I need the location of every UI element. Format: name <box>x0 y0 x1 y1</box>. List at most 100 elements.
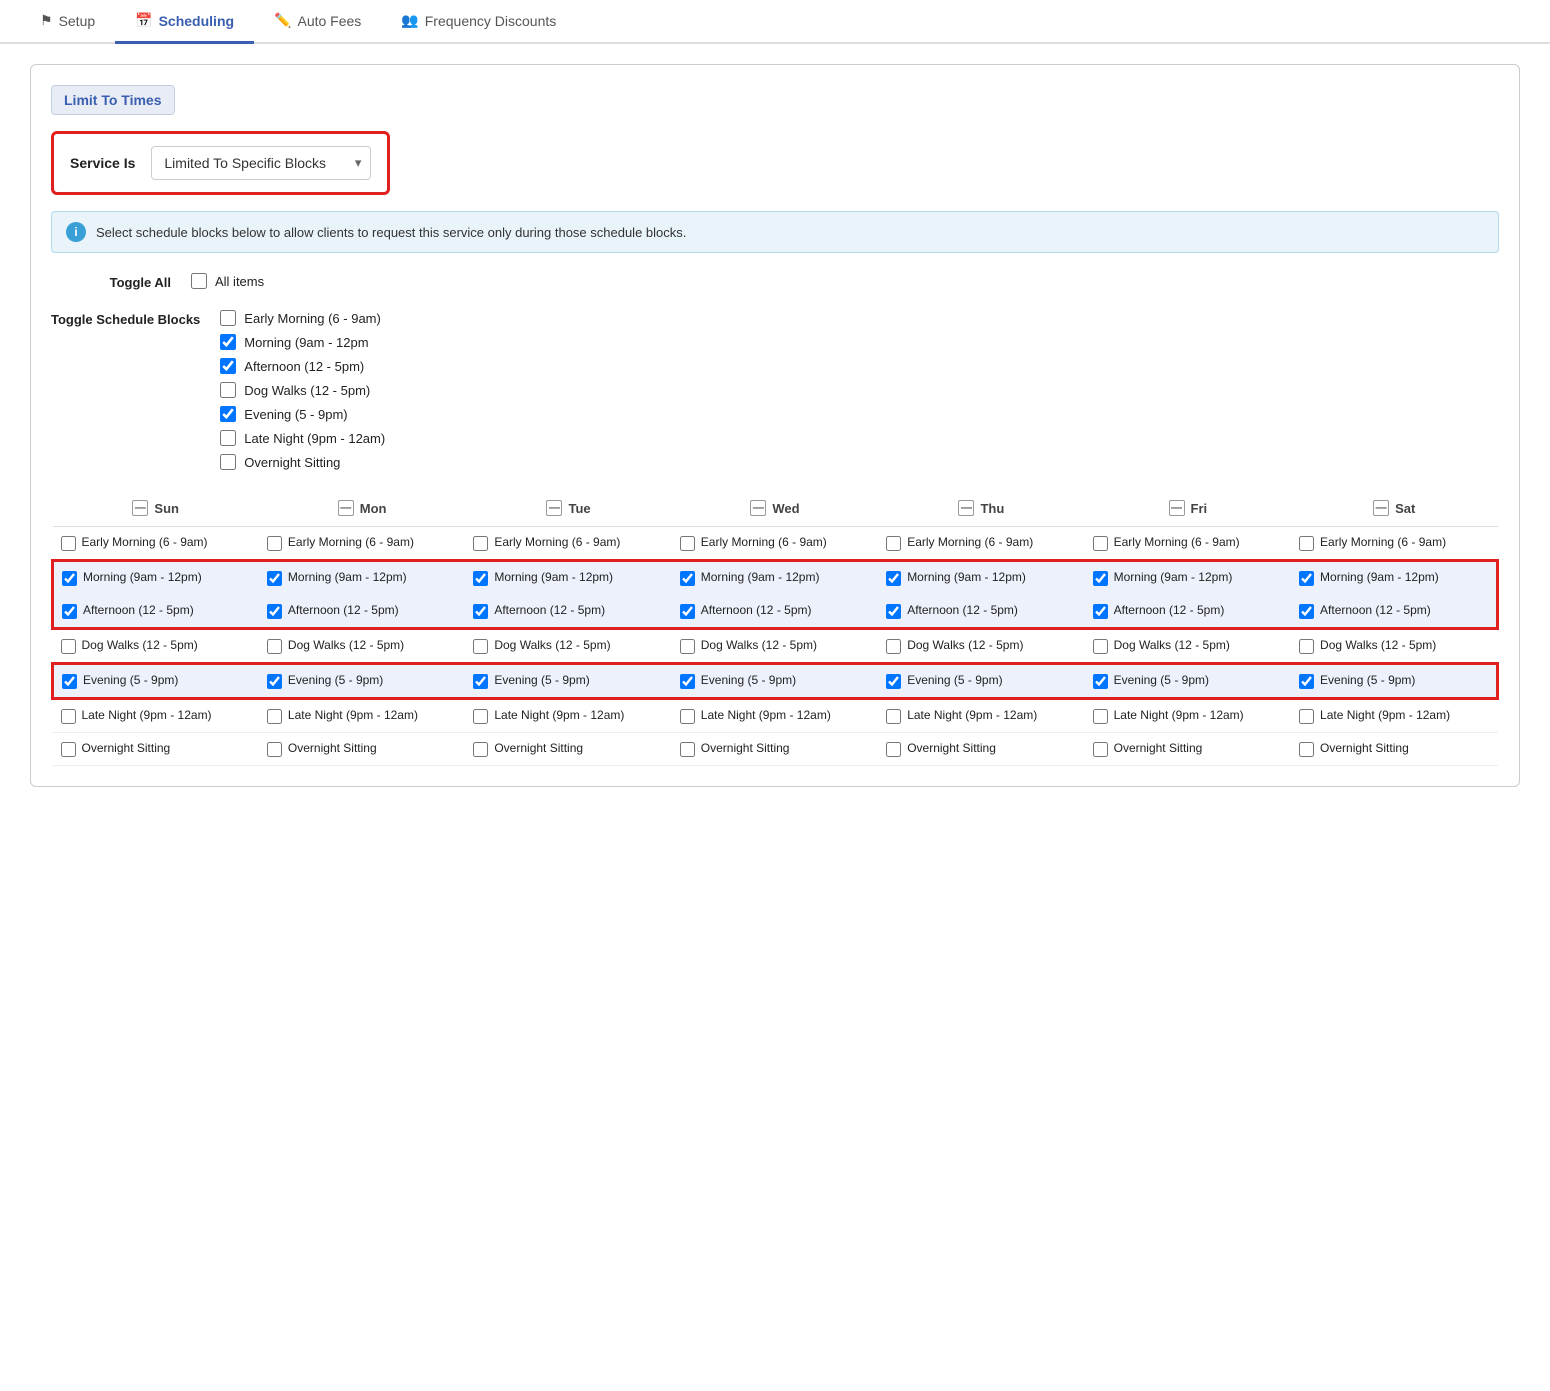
tab-setup[interactable]: ⚑ Setup <box>20 0 115 44</box>
cell-sun-dog-walks: Dog Walks (12 - 5pm) <box>53 629 259 664</box>
cb-sat-overnight[interactable] <box>1299 742 1314 757</box>
cb-mon-overnight[interactable] <box>267 742 282 757</box>
cb-sat-early-morning[interactable] <box>1299 536 1314 551</box>
day-header-sat[interactable]: — Sat <box>1291 490 1497 527</box>
cb-thu-dog-walks[interactable] <box>886 639 901 654</box>
block-afternoon-checkbox[interactable] <box>220 358 236 374</box>
cell-tue-overnight: Overnight Sitting <box>465 733 671 766</box>
cb-mon-early-morning[interactable] <box>267 536 282 551</box>
cb-tue-late-night[interactable] <box>473 709 488 724</box>
cb-sun-overnight[interactable] <box>61 742 76 757</box>
cell-tue-dog-walks: Dog Walks (12 - 5pm) <box>465 629 671 664</box>
cb-wed-early-morning[interactable] <box>680 536 695 551</box>
cell-fri-evening: Evening (5 - 9pm) <box>1085 664 1291 699</box>
cb-tue-afternoon[interactable] <box>473 604 488 619</box>
toggle-schedule-blocks-section: Toggle Schedule Blocks Early Morning (6 … <box>51 310 1499 470</box>
cb-sat-dog-walks[interactable] <box>1299 639 1314 654</box>
cb-wed-late-night[interactable] <box>680 709 695 724</box>
collapse-wed-icon[interactable]: — <box>750 500 766 516</box>
collapse-mon-icon[interactable]: — <box>338 500 354 516</box>
block-afternoon: Afternoon (12 - 5pm) <box>220 358 385 374</box>
day-header-sun[interactable]: — Sun <box>53 490 259 527</box>
cb-tue-early-morning[interactable] <box>473 536 488 551</box>
cb-thu-early-morning[interactable] <box>886 536 901 551</box>
cb-fri-late-night[interactable] <box>1093 709 1108 724</box>
cb-fri-morning[interactable] <box>1093 571 1108 586</box>
service-is-container: Service Is Not Limited Limited To Specif… <box>51 131 390 195</box>
cb-wed-afternoon[interactable] <box>680 604 695 619</box>
day-header-mon[interactable]: — Mon <box>259 490 465 527</box>
day-header-row: — Sun — Mon — <box>53 490 1498 527</box>
block-late-night: Late Night (9pm - 12am) <box>220 430 385 446</box>
cell-fri-overnight: Overnight Sitting <box>1085 733 1291 766</box>
toggle-all-checkbox[interactable] <box>191 273 207 289</box>
cb-wed-dog-walks[interactable] <box>680 639 695 654</box>
collapse-thu-icon[interactable]: — <box>958 500 974 516</box>
cb-mon-afternoon[interactable] <box>267 604 282 619</box>
block-evening-checkbox[interactable] <box>220 406 236 422</box>
block-early-morning-checkbox[interactable] <box>220 310 236 326</box>
toggle-all-row: All items <box>191 273 264 289</box>
setup-icon: ⚑ <box>40 12 53 29</box>
collapse-fri-icon[interactable]: — <box>1169 500 1185 516</box>
cb-sun-early-morning[interactable] <box>61 536 76 551</box>
cb-sun-afternoon[interactable] <box>62 604 77 619</box>
block-late-night-checkbox[interactable] <box>220 430 236 446</box>
day-header-thu[interactable]: — Thu <box>878 490 1084 527</box>
cb-sun-morning[interactable] <box>62 571 77 586</box>
cb-sun-dog-walks[interactable] <box>61 639 76 654</box>
cb-tue-dog-walks[interactable] <box>473 639 488 654</box>
cb-mon-dog-walks[interactable] <box>267 639 282 654</box>
cb-mon-morning[interactable] <box>267 571 282 586</box>
limit-to-times-section: Limit To Times Service Is Not Limited Li… <box>30 64 1520 787</box>
cb-sat-evening[interactable] <box>1299 674 1314 689</box>
block-overnight-checkbox[interactable] <box>220 454 236 470</box>
cb-thu-evening[interactable] <box>886 674 901 689</box>
cell-wed-early-morning: Early Morning (6 - 9am) <box>672 527 878 561</box>
cell-mon-evening: Evening (5 - 9pm) <box>259 664 465 699</box>
cb-wed-overnight[interactable] <box>680 742 695 757</box>
cell-thu-afternoon: Afternoon (12 - 5pm) <box>878 595 1084 629</box>
tab-frequency-discounts[interactable]: 👥 Frequency Discounts <box>381 0 576 44</box>
service-is-select[interactable]: Not Limited Limited To Specific Blocks L… <box>151 146 371 180</box>
cb-sun-evening[interactable] <box>62 674 77 689</box>
cell-mon-overnight: Overnight Sitting <box>259 733 465 766</box>
day-header-fri[interactable]: — Fri <box>1085 490 1291 527</box>
cb-thu-afternoon[interactable] <box>886 604 901 619</box>
cb-thu-overnight[interactable] <box>886 742 901 757</box>
cb-fri-afternoon[interactable] <box>1093 604 1108 619</box>
block-morning-checkbox[interactable] <box>220 334 236 350</box>
cb-mon-late-night[interactable] <box>267 709 282 724</box>
day-header-wed[interactable]: — Wed <box>672 490 878 527</box>
cb-sat-afternoon[interactable] <box>1299 604 1314 619</box>
cb-wed-morning[interactable] <box>680 571 695 586</box>
cb-mon-evening[interactable] <box>267 674 282 689</box>
block-overnight: Overnight Sitting <box>220 454 385 470</box>
tab-scheduling[interactable]: 📅 Scheduling <box>115 0 254 44</box>
cb-tue-overnight[interactable] <box>473 742 488 757</box>
day-header-tue[interactable]: — Tue <box>465 490 671 527</box>
collapse-sun-icon[interactable]: — <box>132 500 148 516</box>
cell-sun-early-morning: Early Morning (6 - 9am) <box>53 527 259 561</box>
cell-sat-late-night: Late Night (9pm - 12am) <box>1291 699 1497 733</box>
cb-fri-early-morning[interactable] <box>1093 536 1108 551</box>
cb-thu-morning[interactable] <box>886 571 901 586</box>
block-dog-walks-checkbox[interactable] <box>220 382 236 398</box>
cb-fri-overnight[interactable] <box>1093 742 1108 757</box>
cb-fri-evening[interactable] <box>1093 674 1108 689</box>
cb-sat-late-night[interactable] <box>1299 709 1314 724</box>
cb-sun-late-night[interactable] <box>61 709 76 724</box>
cb-wed-evening[interactable] <box>680 674 695 689</box>
cell-mon-afternoon: Afternoon (12 - 5pm) <box>259 595 465 629</box>
collapse-sat-icon[interactable]: — <box>1373 500 1389 516</box>
cb-tue-evening[interactable] <box>473 674 488 689</box>
cb-thu-late-night[interactable] <box>886 709 901 724</box>
cell-thu-late-night: Late Night (9pm - 12am) <box>878 699 1084 733</box>
cb-fri-dog-walks[interactable] <box>1093 639 1108 654</box>
schedule-table: — Sun — Mon — <box>51 490 1499 766</box>
cb-tue-morning[interactable] <box>473 571 488 586</box>
cb-sat-morning[interactable] <box>1299 571 1314 586</box>
collapse-tue-icon[interactable]: — <box>546 500 562 516</box>
cell-sun-morning: Morning (9am - 12pm) <box>53 561 259 595</box>
tab-auto-fees[interactable]: ✏️ Auto Fees <box>254 0 381 44</box>
